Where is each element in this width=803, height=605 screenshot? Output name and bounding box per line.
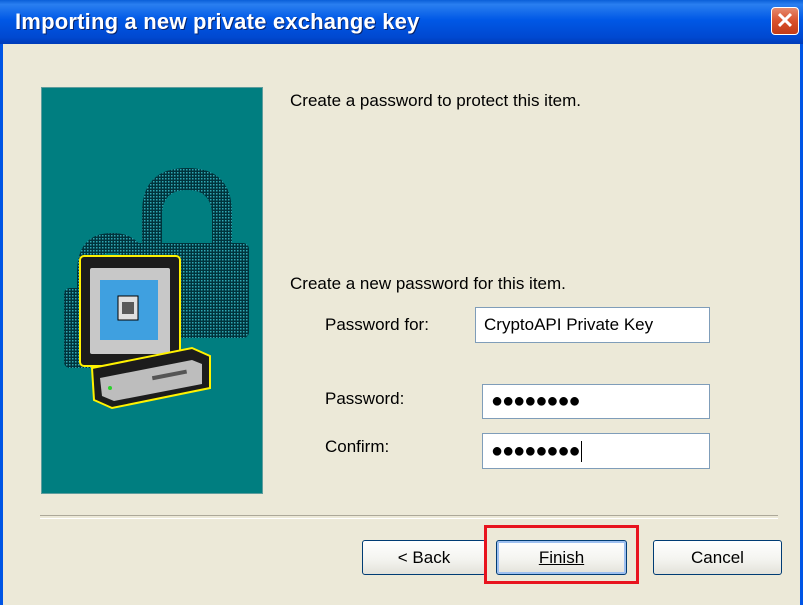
password-for-value: CryptoAPI Private Key [484,315,654,334]
password-field[interactable]: ●●●●●●●● [482,384,710,419]
confirm-value: ●●●●●●●● [491,439,581,462]
text-caret [580,440,582,462]
cancel-button[interactable]: Cancel [653,540,782,575]
confirm-label: Confirm: [325,437,390,456]
back-button[interactable]: < Back [362,540,486,575]
close-icon: ✕ [775,8,795,33]
password-label: Password: [325,389,405,408]
title-bar[interactable]: Importing a new private exchange key ✕ [0,0,803,44]
back-button-label: < Back [397,547,451,567]
confirm-field[interactable]: ●●●●●●●● [482,433,710,469]
wizard-side-panel [41,87,263,494]
password-for-label: Password for: [325,315,429,334]
button-separator [40,515,778,519]
password-value: ●●●●●●●● [491,390,581,412]
cancel-button-label: Cancel [691,547,744,567]
computer-padlock-icon [64,168,249,410]
close-button[interactable]: ✕ [771,7,799,35]
window-frame-left [0,44,3,605]
finish-highlight-box [484,525,639,584]
intro-text: Create a password to protect this item. [290,91,582,110]
window-title: Importing a new private exchange key [15,9,420,34]
password-for-field[interactable]: CryptoAPI Private Key [475,307,710,343]
section-text: Create a new password for this item. [290,274,566,293]
